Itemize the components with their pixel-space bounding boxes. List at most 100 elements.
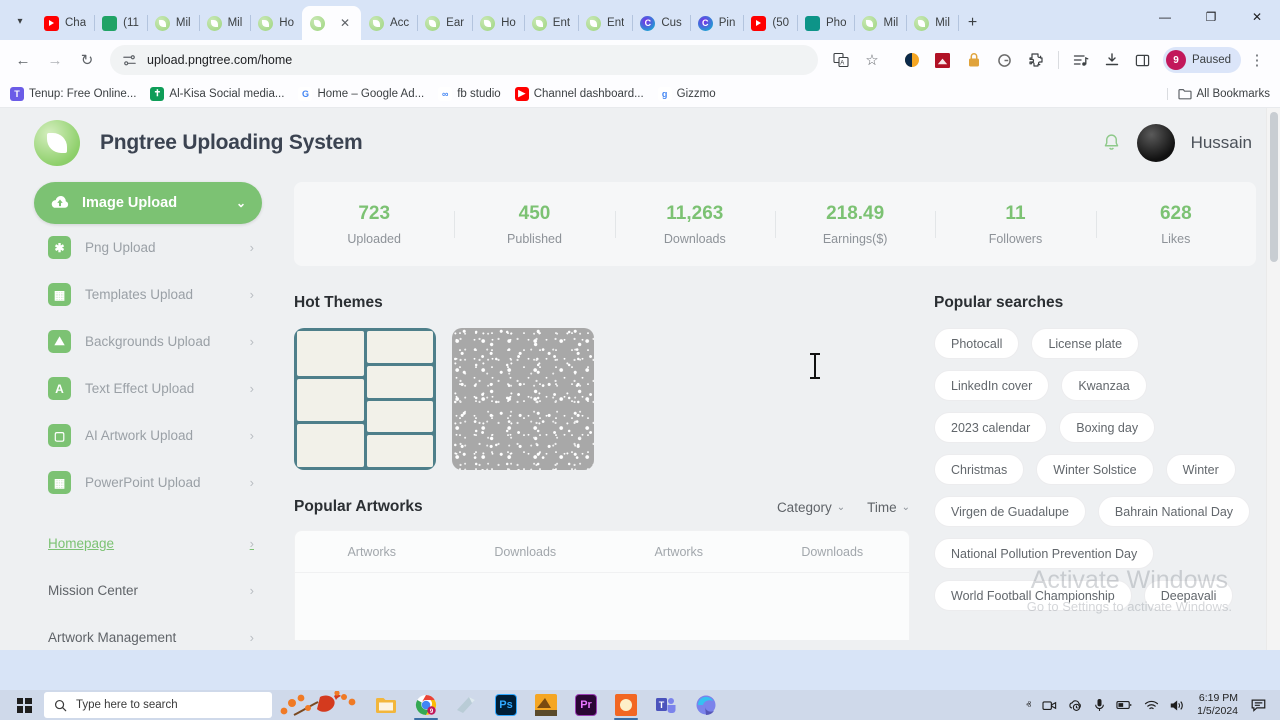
new-tab-button[interactable]: + xyxy=(958,6,987,40)
camera-icon[interactable] xyxy=(1042,699,1057,712)
extension-honey-icon[interactable] xyxy=(897,45,927,75)
popular-search-tag[interactable]: Photocall xyxy=(934,328,1020,359)
browser-tab[interactable]: Ho xyxy=(472,6,525,40)
taskbar-app-premiere[interactable]: Pr xyxy=(566,690,606,720)
sidebar-item-text-effect-upload[interactable]: A Text Effect Upload › xyxy=(34,365,262,412)
sidebar-link-homepage[interactable]: Homepage › xyxy=(34,520,262,567)
taskbar-app-illustrator[interactable] xyxy=(526,690,566,720)
browser-tab[interactable]: Cha xyxy=(36,6,96,40)
sidebar-item-ai-artwork-upload[interactable]: ▢ AI Artwork Upload › xyxy=(34,412,262,459)
infographic-template-thumbnail[interactable] xyxy=(294,328,436,470)
maximize-button[interactable]: ❐ xyxy=(1188,0,1234,34)
popular-search-tag[interactable]: Deepavali xyxy=(1143,580,1234,611)
address-bar[interactable]: upload.pngtree.com/home xyxy=(110,45,818,75)
popular-search-tag[interactable]: Bahrain National Day xyxy=(1097,496,1251,527)
browser-tab[interactable]: Pin xyxy=(690,6,745,40)
taskbar-clock[interactable]: 6:19 PM 1/5/2024 xyxy=(1197,692,1238,718)
all-bookmarks-button[interactable]: All Bookmarks xyxy=(1166,87,1270,100)
minimize-button[interactable]: — xyxy=(1142,0,1188,34)
pngtree-icon xyxy=(258,15,274,31)
reload-icon[interactable]: ↻ xyxy=(72,45,102,75)
popular-search-tag[interactable]: Christmas xyxy=(934,454,1025,485)
popular-search-tag[interactable]: 2023 calendar xyxy=(934,412,1048,443)
popular-search-tag[interactable]: Winter xyxy=(1165,454,1236,485)
translate-icon[interactable]: A xyxy=(826,45,856,75)
tab-search-icon[interactable]: ▾ xyxy=(6,7,34,35)
time-filter-dropdown[interactable]: Time ⌄ xyxy=(867,500,910,515)
sidebar-link-artwork-management[interactable]: Artwork Management › xyxy=(34,614,262,650)
taskbar-app-orange-app[interactable] xyxy=(606,690,646,720)
browser-tab[interactable]: Ent xyxy=(524,6,580,40)
taskbar-app-file-explorer[interactable] xyxy=(366,690,406,720)
taskbar-search-input[interactable]: Type here to search xyxy=(44,692,272,718)
bookmark-item[interactable]: ▶ Channel dashboard... xyxy=(514,86,644,101)
notifications-icon[interactable] xyxy=(1251,698,1268,713)
taskbar-app-edge[interactable] xyxy=(686,690,726,720)
sidebar-item-backgrounds-upload[interactable]: ⛰ Backgrounds Upload › xyxy=(34,318,262,365)
popular-search-tag[interactable]: Virgen de Guadalupe xyxy=(934,496,1086,527)
side-panel-icon[interactable] xyxy=(1128,45,1158,75)
avatar[interactable] xyxy=(1136,124,1175,162)
popular-search-tag[interactable]: Winter Solstice xyxy=(1036,454,1154,485)
sidebar-link-mission-center[interactable]: Mission Center › xyxy=(34,567,262,614)
bookmark-star-icon[interactable]: ☆ xyxy=(857,45,887,75)
taskbar-app-notes[interactable] xyxy=(446,690,486,720)
browser-tab[interactable]: Mil xyxy=(199,6,252,40)
chrome-menu-icon[interactable]: ⋮ xyxy=(1242,45,1272,75)
tray-expand-chevron-icon[interactable]: ⱏ xyxy=(1026,700,1031,711)
bookmark-item[interactable]: G Home – Google Ad... xyxy=(298,86,424,101)
scrollbar-thumb[interactable] xyxy=(1270,112,1278,262)
close-window-button[interactable]: ✕ xyxy=(1234,0,1280,34)
forward-icon[interactable]: → xyxy=(40,45,70,75)
popular-search-tag[interactable]: World Football Championship xyxy=(934,580,1132,611)
sidebar-item-powerpoint-upload[interactable]: ▦ PowerPoint Upload › xyxy=(34,459,262,506)
sidebar-item-templates-upload[interactable]: ▦ Templates Upload › xyxy=(34,271,262,318)
extensions-paused-pill[interactable]: 9 Paused xyxy=(1162,47,1241,73)
popular-search-tag[interactable]: Boxing day xyxy=(1059,412,1156,443)
microphone-icon[interactable] xyxy=(1094,698,1105,712)
browser-tab[interactable]: Mil xyxy=(854,6,908,40)
extensions-puzzle-icon[interactable] xyxy=(1021,45,1051,75)
bookmark-item[interactable]: ✝ Al-Kisa Social media... xyxy=(150,86,284,101)
bookmark-item[interactable]: T Tenup: Free Online... xyxy=(10,86,136,101)
popular-search-tag[interactable]: LinkedIn cover xyxy=(934,370,1050,401)
site-settings-icon[interactable] xyxy=(122,53,137,68)
popular-search-tag[interactable]: National Pollution Prevention Day xyxy=(934,538,1155,569)
back-icon[interactable]: ← xyxy=(8,45,38,75)
browser-tab[interactable]: Mil xyxy=(906,6,959,40)
browser-tab[interactable]: Pho xyxy=(797,6,856,40)
browser-tab[interactable]: Ho xyxy=(250,6,303,40)
volume-icon[interactable] xyxy=(1170,699,1186,712)
browser-tab[interactable]: Acc xyxy=(361,6,419,40)
bookmark-item[interactable]: g Gizzmo xyxy=(657,86,716,101)
browser-tab[interactable]: (11 xyxy=(94,6,148,40)
page-scrollbar[interactable] xyxy=(1266,108,1280,650)
tab-close-icon[interactable]: ✕ xyxy=(337,15,353,31)
notification-bell-icon[interactable] xyxy=(1102,133,1121,153)
starry-texture-thumbnail[interactable] xyxy=(452,328,594,470)
browser-tab[interactable]: Mil xyxy=(147,6,200,40)
category-filter-dropdown[interactable]: Category ⌄ xyxy=(777,500,845,515)
cloud-sync-icon[interactable] xyxy=(1068,698,1083,712)
extension-lock-icon[interactable] xyxy=(959,45,989,75)
sidebar-item-image-upload[interactable]: Image Upload ⌄ xyxy=(34,182,262,224)
browser-tab[interactable]: (50 xyxy=(743,6,799,40)
taskbar-app-chrome[interactable]: 9 xyxy=(406,690,446,720)
wifi-icon[interactable] xyxy=(1144,699,1159,712)
battery-icon[interactable] xyxy=(1116,699,1133,711)
extension-grammarly-icon[interactable] xyxy=(990,45,1020,75)
taskbar-app-teams[interactable]: T xyxy=(646,690,686,720)
taskbar-app-photoshop[interactable]: Ps xyxy=(486,690,526,720)
media-playlist-icon[interactable] xyxy=(1066,45,1096,75)
popular-search-tag[interactable]: Kwanzaa xyxy=(1061,370,1147,401)
browser-tab[interactable]: Ear xyxy=(417,6,474,40)
browser-tab[interactable]: ✕ xyxy=(302,6,361,40)
downloads-icon[interactable] xyxy=(1097,45,1127,75)
start-button[interactable] xyxy=(4,690,44,720)
bookmark-item[interactable]: ∞ fb studio xyxy=(438,86,501,101)
browser-tab[interactable]: Ent xyxy=(578,6,634,40)
extension-red-icon[interactable] xyxy=(928,45,958,75)
browser-tab[interactable]: Cus xyxy=(632,6,691,40)
sidebar-item-png-upload[interactable]: ✱ Png Upload › xyxy=(34,224,262,271)
popular-search-tag[interactable]: License plate xyxy=(1031,328,1140,359)
